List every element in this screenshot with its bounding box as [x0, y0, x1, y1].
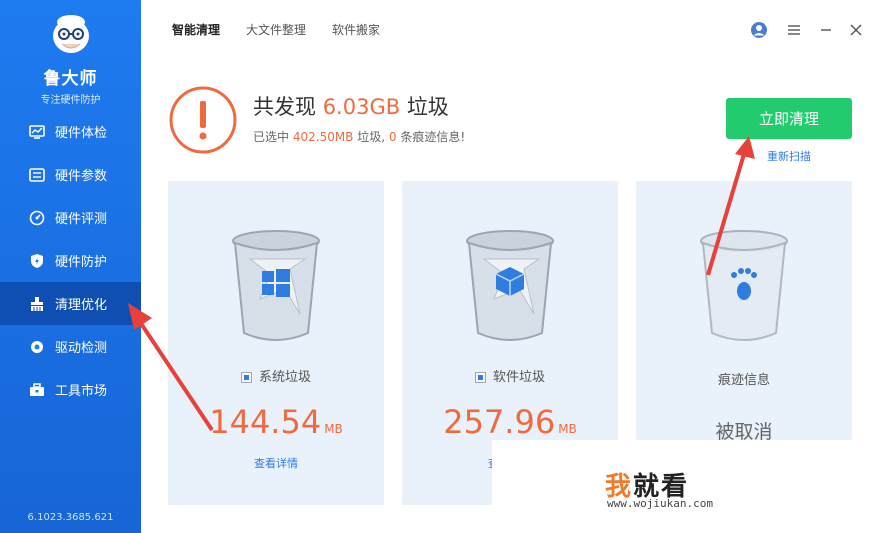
recycle-bin-icon — [232, 230, 320, 341]
system-junk-checkbox[interactable] — [240, 372, 252, 383]
trace-info-card[interactable]: 痕迹信息 被取消 — [636, 181, 852, 443]
summary-title-suffix: 垃圾 — [406, 95, 449, 119]
trace-info-label: 痕迹信息 — [717, 373, 770, 388]
list-icon — [29, 167, 45, 183]
size-value: 257.96 — [443, 403, 556, 441]
sidebar-item-hardware-eval[interactable]: 硬件评测 — [0, 196, 141, 239]
toolbox-icon — [29, 382, 45, 398]
system-junk-card[interactable]: 系统垃圾 144.54 MB 查看详情 — [168, 181, 384, 505]
app-name: 鲁大师 — [43, 69, 98, 89]
gear-icon — [29, 339, 45, 355]
size-unit: MB — [324, 422, 343, 436]
summary-title-prefix: 共发现 — [253, 95, 316, 119]
tab-software-move[interactable]: 软件搬家 — [332, 21, 380, 38]
card-label-row: 软件垃圾 — [402, 366, 618, 385]
recycle-bin-empty-icon — [700, 230, 788, 341]
size-unit: MB — [558, 422, 577, 436]
rescan-link[interactable]: 重新扫描 — [767, 148, 811, 164]
app-slogan: 专注硬件防护 — [40, 95, 101, 106]
summary-sub-mid: 垃圾, — [357, 130, 386, 144]
minimize-icon[interactable] — [816, 20, 836, 40]
sidebar-item-label: 清理优化 — [55, 298, 108, 313]
tab-smart-clean[interactable]: 智能清理 — [172, 21, 220, 38]
trace-count: 0 — [388, 130, 397, 144]
clean-now-button[interactable]: 立即清理 — [726, 98, 852, 139]
app-logo: 鲁大师 专注硬件防护 — [0, 12, 141, 106]
watermark-url: www.wojiukan.com — [607, 497, 713, 510]
close-icon[interactable] — [846, 20, 866, 40]
sidebar-item-hardware-params[interactable]: 硬件参数 — [0, 153, 141, 196]
software-junk-size: 257.96 MB — [402, 403, 618, 441]
broom-icon — [29, 296, 45, 312]
monitor-icon — [29, 124, 45, 140]
software-junk-label: 软件垃圾 — [492, 370, 545, 385]
gauge-icon — [29, 210, 45, 226]
tab-large-files[interactable]: 大文件整理 — [246, 21, 306, 38]
system-junk-label: 系统垃圾 — [258, 370, 311, 385]
summary-title: 共发现 6.03GB 垃圾 — [253, 91, 449, 121]
sidebar-item-tool-market[interactable]: 工具市场 — [0, 368, 141, 411]
sidebar-item-driver-check[interactable]: 驱动检测 — [0, 325, 141, 368]
sidebar-item-label: 硬件评测 — [55, 212, 108, 227]
sidebar-item-label: 工具市场 — [55, 384, 108, 399]
version-label: 6.1023.3685.621 — [27, 512, 114, 523]
card-label-row: 系统垃圾 — [168, 366, 384, 385]
total-junk-size: 6.03GB — [322, 95, 401, 119]
sidebar-nav: 硬件体检 硬件参数 硬件评测 硬件防护 清理优化 驱动检测 工具市场 — [0, 110, 141, 411]
sidebar-item-clean-optimize[interactable]: 清理优化 — [0, 282, 141, 325]
shield-icon — [29, 253, 45, 269]
sidebar-item-label: 驱动检测 — [55, 341, 108, 356]
sidebar-item-hardware-check[interactable]: 硬件体检 — [0, 110, 141, 153]
summary-subtitle: 已选中 402.50MB 垃圾, 0 条痕迹信息! — [253, 128, 465, 145]
system-junk-details-link[interactable]: 查看详情 — [168, 455, 384, 471]
sidebar-item-label: 硬件参数 — [55, 169, 108, 184]
summary-sub-prefix: 已选中 — [253, 130, 290, 144]
sidebar-item-label: 硬件防护 — [55, 255, 108, 270]
sidebar-item-hardware-protect[interactable]: 硬件防护 — [0, 239, 141, 282]
sidebar-item-label: 硬件体检 — [55, 126, 108, 141]
system-junk-size: 144.54 MB — [168, 403, 384, 441]
summary-sub-suffix: 条痕迹信息! — [400, 130, 466, 144]
menu-icon[interactable] — [784, 20, 804, 40]
size-value: 144.54 — [209, 403, 322, 441]
sidebar: 鲁大师 专注硬件防护 硬件体检 硬件参数 硬件评测 硬件防护 清理优化 驱动检测… — [0, 0, 141, 533]
recycle-bin-icon — [466, 230, 554, 341]
software-junk-checkbox[interactable] — [474, 372, 486, 383]
user-avatar-icon[interactable] — [749, 20, 769, 40]
selected-size: 402.50MB — [292, 130, 354, 144]
mascot-icon — [52, 15, 89, 53]
warning-icon — [168, 85, 238, 155]
top-tabs: 智能清理 大文件整理 软件搬家 — [172, 21, 380, 38]
